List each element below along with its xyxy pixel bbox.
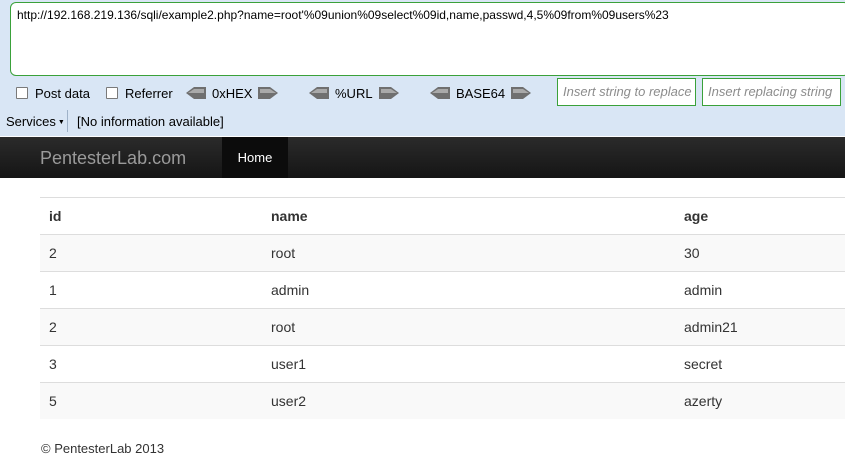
site-navbar: PentesterLab.com Home (0, 137, 845, 178)
post-data-label: Post data (35, 85, 90, 101)
table-header-row: id name age (40, 197, 845, 234)
url-encoder[interactable]: %URL (309, 85, 399, 101)
services-menu[interactable]: Services ▼ (6, 114, 65, 129)
base64-encoder-label: BASE64 (456, 85, 506, 101)
chevron-down-icon: ▼ (57, 119, 65, 126)
cell-age: secret (684, 356, 723, 372)
cell-name: root (271, 319, 296, 335)
right-arrow-icon[interactable] (511, 87, 532, 99)
cell-id: 2 (49, 319, 57, 335)
cell-age: azerty (684, 393, 723, 409)
base64-encoder[interactable]: BASE64 (430, 85, 532, 101)
cell-age: admin (684, 282, 723, 298)
nav-home-link[interactable]: Home (222, 137, 288, 178)
cell-id: 5 (49, 393, 57, 409)
cell-name: user1 (271, 356, 307, 372)
referrer-checkbox[interactable] (106, 87, 118, 99)
cell-name: admin (271, 282, 310, 298)
left-arrow-icon[interactable] (309, 87, 329, 99)
url-input[interactable]: http://192.168.219.136/sqli/example2.php… (10, 2, 845, 76)
right-arrow-icon[interactable] (378, 87, 399, 99)
cell-age: 30 (684, 245, 700, 261)
right-arrow-icon[interactable] (258, 87, 279, 99)
table-row: 1 admin admin (40, 271, 845, 308)
table-row: 3 user1 secret (40, 345, 845, 382)
services-divider (67, 110, 68, 132)
hackbar-toolbar: http://192.168.219.136/sqli/example2.php… (0, 0, 845, 136)
url-encoder-label: %URL (335, 85, 373, 101)
cell-age: admin21 (684, 319, 738, 335)
referrer-label: Referrer (125, 85, 173, 101)
hex-encoder[interactable]: 0xHEX (186, 85, 279, 101)
brand-link[interactable]: PentesterLab.com (40, 148, 186, 169)
hex-encoder-label: 0xHEX (212, 85, 253, 101)
replacing-string-input[interactable]: Insert replacing string (702, 78, 841, 106)
footer-copyright: © PentesterLab 2013 (41, 441, 165, 456)
cell-name: user2 (271, 393, 307, 409)
header-id: id (49, 208, 62, 224)
post-data-checkbox[interactable] (16, 87, 28, 99)
results-table: id name age 2 root 30 1 admin admin 2 ro… (40, 197, 845, 419)
table-row: 5 user2 azerty (40, 382, 845, 419)
header-name: name (271, 208, 308, 224)
table-row: 2 root admin21 (40, 308, 845, 345)
cell-name: root (271, 245, 296, 261)
cell-id: 3 (49, 356, 57, 372)
left-arrow-icon[interactable] (430, 87, 450, 99)
replace-string-input[interactable]: Insert string to replace (557, 78, 696, 106)
table-row: 2 root 30 (40, 234, 845, 271)
referrer-option[interactable]: Referrer (106, 85, 173, 101)
left-arrow-icon[interactable] (186, 87, 206, 99)
services-info: [No information available] (77, 114, 224, 129)
post-data-option[interactable]: Post data (16, 85, 90, 101)
services-label: Services (6, 114, 56, 129)
header-age: age (684, 208, 709, 224)
cell-id: 1 (49, 282, 57, 298)
cell-id: 2 (49, 245, 57, 261)
